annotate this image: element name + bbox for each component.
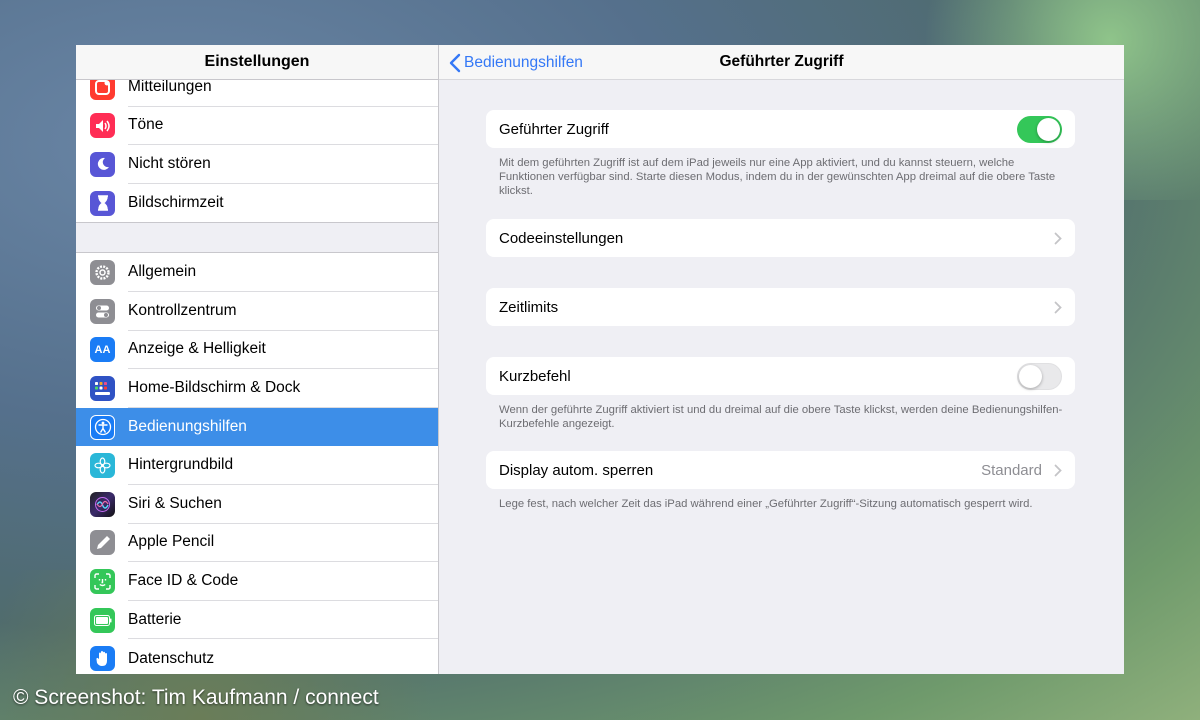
wallpaper-flower-icon xyxy=(90,453,115,479)
passcode-settings-label: Codeeinstellungen xyxy=(499,229,624,247)
sidebar-item-label: Bildschirmzeit xyxy=(128,194,224,212)
sidebar-item-datenschutz[interactable]: Datenschutz xyxy=(76,639,438,674)
sidebar-item-label: Mitteilungen xyxy=(128,80,438,107)
shortcut-row: Kurzbefehl xyxy=(486,357,1075,395)
shortcut-label: Kurzbefehl xyxy=(499,367,571,385)
sidebar-item-label: Siri & Suchen xyxy=(128,485,438,524)
sidebar-item-kontrollzentrum[interactable]: Kontrollzentrum xyxy=(76,291,438,331)
sounds-icon xyxy=(90,113,115,139)
sidebar-item-anzeige[interactable]: AA Anzeige & Helligkeit xyxy=(76,330,438,370)
auto-lock-row[interactable]: Display autom. sperren Standard xyxy=(486,451,1075,489)
sidebar-item-home-bildschirm[interactable]: Home-Bildschirm & Dock xyxy=(76,369,438,408)
face-id-icon xyxy=(90,568,115,594)
guided-access-label: Geführter Zugriff xyxy=(499,120,609,138)
sidebar-item-bedienungshilfen[interactable]: Bedienungshilfen xyxy=(76,407,438,447)
sidebar-item-hintergrundbild[interactable]: Hintergrundbild xyxy=(76,446,438,485)
guided-access-note: Mit dem geführten Zugriff ist auf dem iP… xyxy=(499,157,1056,197)
sidebar-item-label: Batterie xyxy=(128,601,438,640)
sidebar-item-label: Datenschutz xyxy=(128,649,215,667)
screenshot-credit: © Screenshot: Tim Kaufmann / connect xyxy=(13,686,379,709)
auto-lock-label: Display autom. sperren xyxy=(499,461,654,479)
passcode-settings-row[interactable]: Codeeinstellungen xyxy=(486,219,1075,257)
accessibility-icon xyxy=(90,414,115,440)
sidebar-item-label: Home-Bildschirm & Dock xyxy=(128,369,438,408)
sidebar-group-separator xyxy=(76,222,438,254)
sidebar-item-mitteilungen[interactable]: Mitteilungen xyxy=(76,80,438,107)
sidebar-item-allgemein[interactable]: Allgemein xyxy=(76,253,438,292)
time-limits-label: Zeitlimits xyxy=(499,298,559,316)
sidebar-item-bildschirmzeit[interactable]: Bildschirmzeit xyxy=(76,183,438,223)
shortcut-note: Wenn der geführte Zugriff aktiviert ist … xyxy=(499,404,1063,430)
guided-access-row: Geführter Zugriff xyxy=(486,110,1075,148)
sidebar-item-label: Nicht stören xyxy=(128,145,438,184)
chevron-right-icon xyxy=(1054,464,1062,476)
sidebar-item-label: Anzeige & Helligkeit xyxy=(128,331,438,370)
sidebar-item-apple-pencil[interactable]: Apple Pencil xyxy=(76,523,438,563)
sidebar-item-label: Apple Pencil xyxy=(128,524,438,563)
toggle-knob xyxy=(1019,364,1042,388)
gear-icon xyxy=(90,260,115,286)
moon-icon xyxy=(90,151,115,177)
home-grid-icon xyxy=(90,375,115,401)
sidebar-item-label: Face ID & Code xyxy=(128,562,438,601)
detail-header: Bedienungshilfen Geführter Zugriff xyxy=(439,45,1124,80)
sidebar-item-nicht-stoeren[interactable]: Nicht stören xyxy=(76,145,438,184)
guided-access-toggle[interactable] xyxy=(1017,115,1062,143)
battery-icon xyxy=(90,607,115,633)
auto-lock-note: Lege fest, nach welcher Zeit das iPad wä… xyxy=(499,498,1033,510)
sidebar-item-label: Allgemein xyxy=(128,253,438,292)
chevron-right-icon xyxy=(1054,232,1062,244)
siri-icon xyxy=(90,491,115,517)
hand-icon xyxy=(90,646,115,672)
sidebar-title: Einstellungen xyxy=(76,45,438,80)
shortcut-toggle[interactable] xyxy=(1017,362,1062,390)
ipad-screen: Einstellungen Mitteilungen Töne Nicht st… xyxy=(76,45,1124,674)
chevron-right-icon xyxy=(1054,301,1062,313)
notifications-icon xyxy=(90,80,115,100)
sidebar-item-siri[interactable]: Siri & Suchen xyxy=(76,484,438,524)
sidebar-item-toene[interactable]: Töne xyxy=(76,106,438,146)
sidebar-item-batterie[interactable]: Batterie xyxy=(76,600,438,640)
text-size-icon: AA xyxy=(90,337,115,363)
detail-pane: Bedienungshilfen Geführter Zugriff Gefüh… xyxy=(439,45,1124,674)
time-limits-row[interactable]: Zeitlimits xyxy=(486,288,1075,326)
sidebar-item-label: Bedienungshilfen xyxy=(128,408,438,447)
settings-sidebar: Einstellungen Mitteilungen Töne Nicht st… xyxy=(76,45,439,674)
toggle-knob xyxy=(1037,117,1060,141)
sidebar-item-label: Hintergrundbild xyxy=(128,446,438,485)
auto-lock-value: Standard xyxy=(981,461,1042,479)
sidebar-item-label: Kontrollzentrum xyxy=(128,292,438,331)
sidebar-item-label: Töne xyxy=(128,107,438,146)
hourglass-icon xyxy=(90,190,115,216)
page-title: Geführter Zugriff xyxy=(719,53,844,70)
sidebar-item-face-id[interactable]: Face ID & Code xyxy=(76,562,438,601)
switches-icon xyxy=(90,298,115,324)
pencil-icon xyxy=(90,530,115,556)
